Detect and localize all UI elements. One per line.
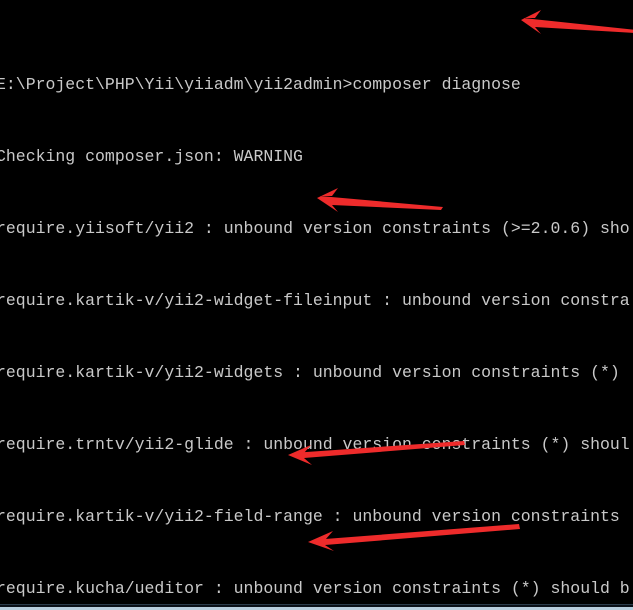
console-line: require.kartik-v/yii2-widgets : unbound …: [0, 363, 620, 382]
command-prompt-window[interactable]: E:\Project\PHP\Yii\yiiadm\yii2admin>comp…: [0, 0, 633, 610]
console-line: require.trntv/yii2-glide : unbound versi…: [0, 435, 630, 454]
console-line: require.kartik-v/yii2-widget-fileinput :…: [0, 291, 630, 310]
console-output-area[interactable]: E:\Project\PHP\Yii\yiiadm\yii2admin>comp…: [0, 0, 633, 604]
console-line: require.kucha/ueditor : unbound version …: [0, 579, 630, 598]
console-line: require.kartik-v/yii2-field-range : unbo…: [0, 507, 620, 526]
console-text-buffer: E:\Project\PHP\Yii\yiiadm\yii2admin>comp…: [0, 1, 633, 604]
window-bottom-border: [0, 604, 633, 610]
console-line: require.yiisoft/yii2 : unbound version c…: [0, 219, 630, 238]
console-line: E:\Project\PHP\Yii\yiiadm\yii2admin>comp…: [0, 75, 521, 94]
console-line: Checking composer.json: WARNING: [0, 147, 303, 166]
